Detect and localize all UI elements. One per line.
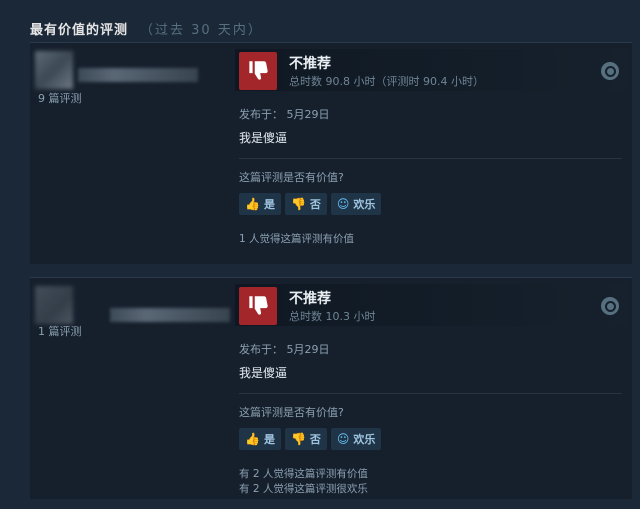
smiley-icon: ☺ [336, 197, 350, 211]
avatar[interactable] [35, 51, 73, 89]
helpful-count: 1 人觉得这篇评测有价值 [239, 233, 355, 245]
divider [239, 158, 622, 159]
posted-date: 发布于： 5月29日 [239, 343, 330, 356]
thumbs-up-icon: 👍 [245, 197, 260, 211]
vote-no-button[interactable]: 👎 否 [284, 193, 327, 215]
author-review-count[interactable]: 1 篇评测 [38, 323, 82, 339]
review-card: 1 篇评测 不推荐 总时数 10.3 小时 发布于： 5月29日 我是傻逼 这篇… [30, 277, 632, 499]
review-author[interactable]: 9 篇评测 [30, 43, 230, 143]
review-vote-header[interactable]: 不推荐 总时数 90.8 小时（评测时 90.4 小时） [235, 49, 627, 91]
vote-yes-button[interactable]: 👍 是 [239, 428, 281, 450]
review-vote-header[interactable]: 不推荐 总时数 10.3 小时 [235, 284, 627, 326]
helpful-question: 这篇评测是否有价值? [239, 171, 344, 184]
vote-no-label: 否 [309, 433, 321, 446]
steam-icon [601, 297, 619, 315]
thumbs-down-icon: 👎 [290, 197, 306, 211]
review-author[interactable]: 1 篇评测 [30, 278, 230, 378]
review-content: 我是傻逼 [239, 131, 288, 145]
helpful-question: 这篇评测是否有价值? [239, 406, 344, 419]
vote-funny-button[interactable]: ☺ 欢乐 [330, 428, 382, 450]
author-review-count[interactable]: 9 篇评测 [38, 90, 82, 106]
recommendation-title: 不推荐 [289, 56, 331, 72]
smiley-icon: ☺ [336, 432, 350, 446]
author-name-blurred[interactable] [78, 68, 198, 82]
review-content: 我是傻逼 [239, 366, 288, 380]
vote-yes-button[interactable]: 👍 是 [239, 193, 281, 215]
vote-yes-label: 是 [263, 198, 275, 211]
section-title: 最有价值的评测 （过去 30 天内） [30, 19, 263, 38]
hours-played: 总时数 90.8 小时（评测时 90.4 小时） [289, 75, 484, 88]
vote-funny-label: 欢乐 [353, 433, 376, 446]
thumbs-down-icon [239, 52, 277, 90]
review-card: 9 篇评测 不推荐 总时数 90.8 小时（评测时 90.4 小时） 发布于： … [30, 42, 632, 264]
thumbs-up-icon: 👍 [245, 432, 260, 446]
vote-funny-button[interactable]: ☺ 欢乐 [330, 193, 382, 215]
vote-funny-label: 欢乐 [353, 198, 376, 211]
helpful-count: 有 2 人觉得这篇评测有价值 [239, 468, 368, 480]
vote-no-label: 否 [309, 198, 321, 211]
vote-no-button[interactable]: 👎 否 [284, 428, 327, 450]
thumbs-down-icon [239, 287, 277, 325]
section-title-text: 最有价值的评测 [30, 23, 129, 38]
funny-count: 有 2 人觉得这篇评测很欢乐 [239, 483, 368, 495]
thumbs-down-icon: 👎 [290, 432, 306, 446]
vote-yes-label: 是 [263, 433, 275, 446]
posted-date: 发布于： 5月29日 [239, 108, 330, 121]
vote-buttons: 👍 是 👎 否 ☺ 欢乐 [239, 428, 382, 450]
section-period: （过去 30 天内） [140, 23, 263, 38]
steam-icon [601, 62, 619, 80]
vote-buttons: 👍 是 👎 否 ☺ 欢乐 [239, 193, 382, 215]
author-name-blurred[interactable] [110, 308, 230, 322]
recommendation-title: 不推荐 [289, 291, 331, 307]
divider [239, 393, 622, 394]
avatar[interactable] [35, 286, 73, 324]
hours-played: 总时数 10.3 小时 [289, 310, 376, 323]
